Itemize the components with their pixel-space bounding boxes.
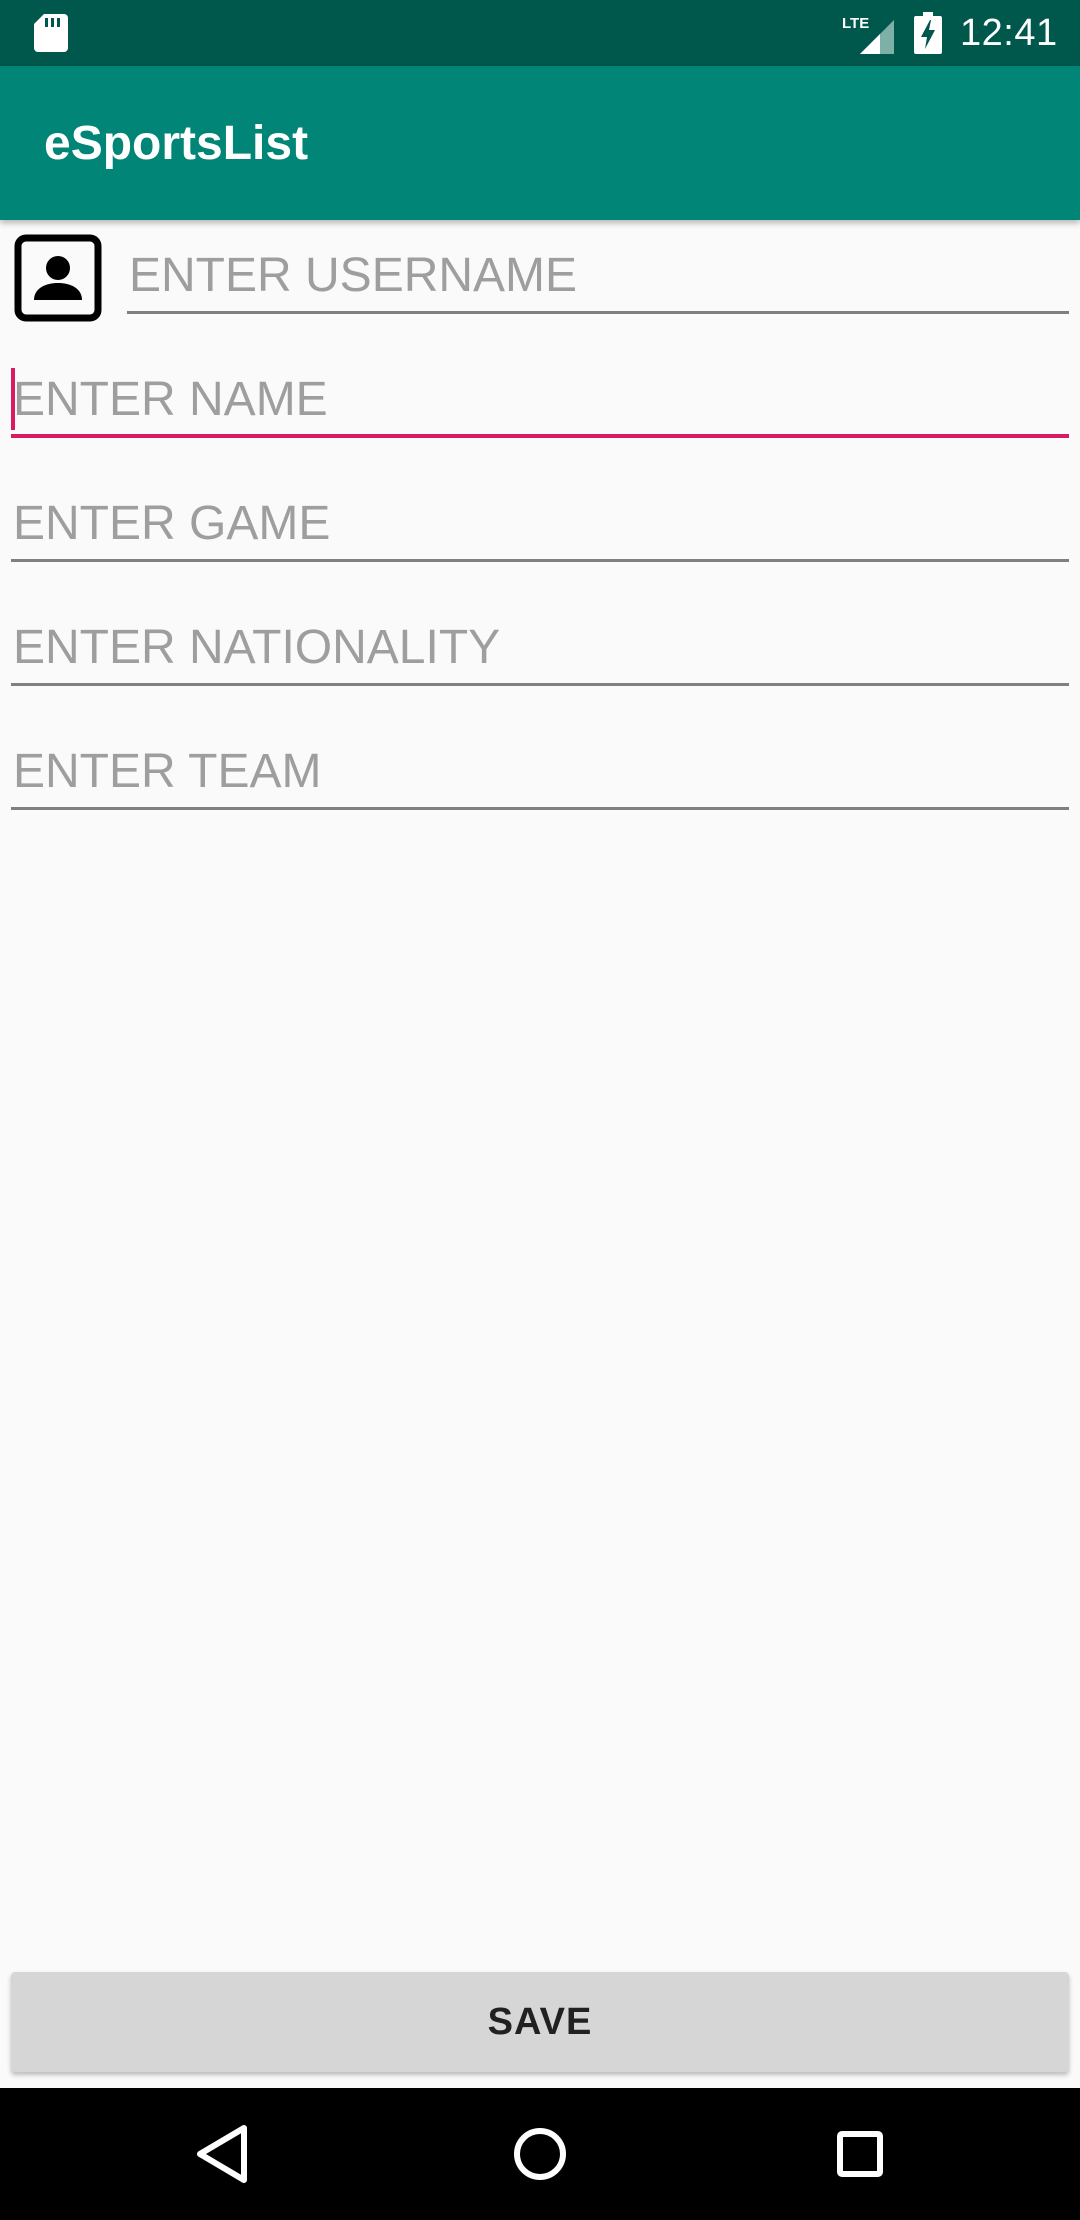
game-input[interactable] bbox=[11, 488, 1069, 558]
app-title: eSportsList bbox=[44, 117, 309, 170]
team-field bbox=[11, 736, 1069, 810]
username-field bbox=[127, 240, 1069, 314]
recents-icon[interactable] bbox=[820, 2118, 900, 2190]
save-button[interactable]: SAVE bbox=[11, 1972, 1069, 2072]
status-clock: 12:41 bbox=[960, 12, 1058, 54]
lte-signal-icon: LTE bbox=[842, 15, 894, 54]
network-type: LTE bbox=[842, 15, 869, 32]
contact-card-icon bbox=[14, 234, 102, 322]
home-icon[interactable] bbox=[500, 2118, 580, 2190]
screen: LTE 12:41 eSportsList SAVE bbox=[0, 0, 1080, 2220]
name-input[interactable] bbox=[11, 364, 1069, 434]
nationality-field bbox=[11, 612, 1069, 686]
username-input[interactable] bbox=[127, 240, 1069, 310]
game-field bbox=[11, 488, 1069, 562]
status-bar: LTE 12:41 bbox=[0, 0, 1080, 66]
navigation-bar bbox=[0, 2088, 1080, 2220]
nationality-input[interactable] bbox=[11, 612, 1069, 682]
sd-card-icon bbox=[34, 14, 68, 52]
team-input[interactable] bbox=[11, 736, 1069, 806]
name-field bbox=[11, 364, 1069, 438]
battery-charging-icon bbox=[914, 12, 942, 54]
back-icon[interactable] bbox=[182, 2118, 262, 2190]
text-cursor bbox=[11, 368, 15, 430]
app-bar: eSportsList bbox=[0, 66, 1080, 220]
